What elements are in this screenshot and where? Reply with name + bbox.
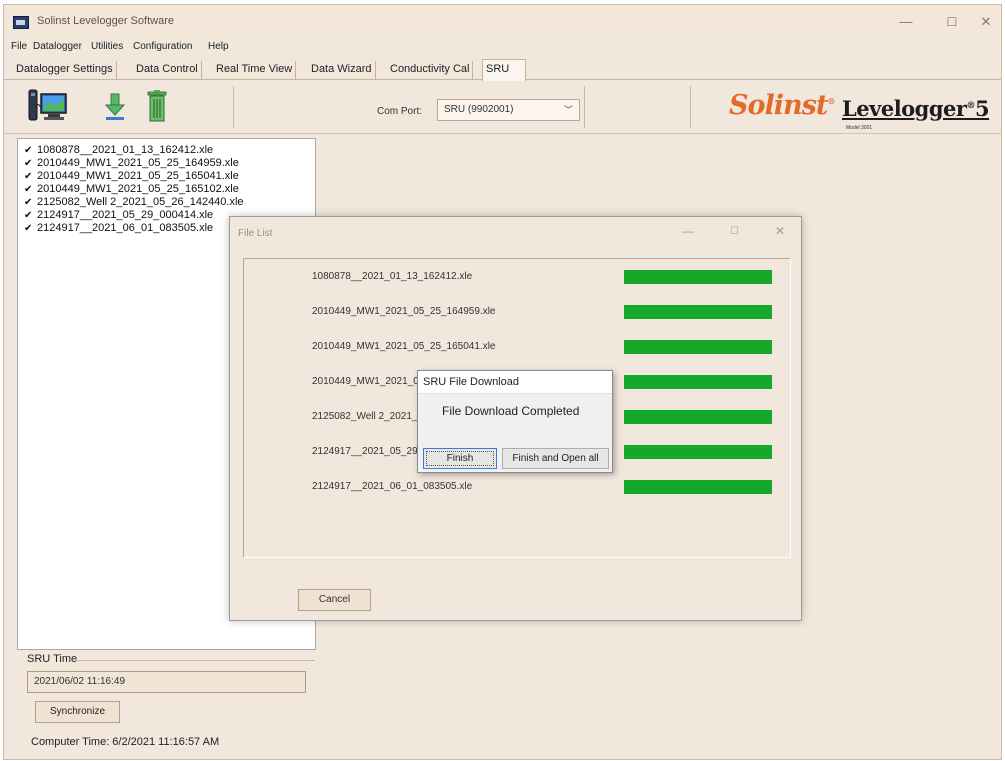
com-port-select[interactable]: SRU (9902001) ﹀ — [437, 99, 580, 121]
tab-real-time-view[interactable]: Real Time View — [213, 61, 297, 80]
popup-message: File Download Completed — [442, 404, 580, 418]
toolbar: Com Port: SRU (9902001) ﹀ Solinst® Level… — [4, 80, 1001, 134]
download-progress-bar — [624, 445, 772, 459]
model-label: Model 3001 — [846, 125, 873, 131]
menu-help[interactable]: Help — [208, 41, 229, 52]
download-complete-dialog: SRU File Download File Download Complete… — [417, 370, 613, 473]
tab-sru[interactable]: SRU — [482, 59, 526, 81]
file-list-item[interactable]: ✔ 2125082_Well 2_2021_05_26_142440.xle — [24, 196, 244, 209]
menu-file[interactable]: File — [11, 41, 27, 52]
tab-data-control[interactable]: Data Control — [133, 61, 202, 80]
app-icon — [13, 16, 29, 29]
tab-bar: Datalogger Settings Data Control Real Ti… — [4, 58, 1001, 81]
file-list-item[interactable]: ✔ 2124917__2021_05_29_000414.xle — [24, 209, 213, 222]
file-list-item[interactable]: ✔ 2010449_MW1_2021_05_25_165041.xle — [24, 170, 239, 183]
close-button[interactable]: ✕ — [775, 224, 785, 238]
sru-device-icon[interactable] — [28, 89, 68, 123]
download-progress-bar — [624, 305, 772, 319]
toolbar-divider — [690, 86, 691, 128]
download-progress-bar — [624, 410, 772, 424]
download-file-name: 2010449_MW1_2021_05_25_164959.xle — [312, 306, 496, 317]
cancel-button[interactable]: Cancel — [298, 589, 371, 611]
tab-datalogger-settings[interactable]: Datalogger Settings — [13, 61, 117, 80]
menu-configuration[interactable]: Configuration — [133, 41, 192, 52]
sru-time-group: SRU Time 2021/06/02 11:16:49 Synchronize… — [17, 648, 316, 759]
popup-title: SRU File Download — [423, 376, 519, 388]
download-progress-bar — [624, 375, 772, 389]
download-file-name: 1080878__2021_01_13_162412.xle — [312, 271, 473, 282]
download-file-name: 2124917__2021_06_01_083505.xle — [312, 481, 473, 492]
tab-data-wizard[interactable]: Data Wizard — [308, 61, 376, 80]
window-title: Solinst Levelogger Software — [37, 15, 174, 27]
checkbox-checked-icon[interactable]: ✔ — [24, 172, 33, 182]
solinst-logo: Solinst® — [729, 90, 835, 121]
checkbox-checked-icon[interactable]: ✔ — [24, 224, 33, 234]
download-file-name: 2010449_MW1_2021_05_25_165041.xle — [312, 341, 496, 352]
group-divider — [77, 660, 315, 661]
finish-button[interactable]: Finish — [423, 448, 497, 469]
toolbar-divider — [233, 86, 234, 128]
checkbox-checked-icon[interactable]: ✔ — [24, 211, 33, 221]
checkbox-checked-icon[interactable]: ✔ — [24, 146, 33, 156]
title-bar: Solinst Levelogger Software — ☐ ✕ — [4, 5, 1001, 36]
download-file-name: 2010449_MW1_2021_05 — [312, 376, 425, 387]
file-list-item[interactable]: ✔ 2010449_MW1_2021_05_25_164959.xle — [24, 157, 239, 170]
finish-and-open-all-button[interactable]: Finish and Open all — [502, 448, 609, 469]
menu-bar: File Datalogger Utilities Configuration … — [4, 38, 1001, 56]
file-list-item[interactable]: ✔ 2124917__2021_06_01_083505.xle — [24, 222, 213, 235]
file-list-item[interactable]: ✔ 1080878__2021_01_13_162412.xle — [24, 144, 213, 157]
download-progress-bar — [624, 480, 772, 494]
minimize-button[interactable]: — — [682, 224, 694, 238]
maximize-button[interactable]: ☐ — [937, 12, 967, 32]
chevron-down-icon: ﹀ — [563, 105, 573, 115]
dialog-title: File List — [238, 228, 273, 239]
download-file-name: 2124917__2021_05_29_ — [312, 446, 424, 457]
file-list-item[interactable]: ✔ 2010449_MW1_2021_05_25_165102.xle — [24, 183, 239, 196]
toolbar-divider — [584, 86, 585, 128]
download-file-name: 2125082_Well 2_2021_0 — [312, 411, 424, 422]
download-arrow-icon[interactable] — [104, 93, 126, 121]
sru-time-label: SRU Time — [27, 653, 78, 665]
computer-time-text: Computer Time: 6/2/2021 11:16:57 AM — [31, 736, 220, 748]
levelogger-logo: Levelogger®5 — [842, 96, 990, 121]
close-button[interactable]: ✕ — [971, 12, 1001, 32]
checkbox-checked-icon[interactable]: ✔ — [24, 159, 33, 169]
trash-icon[interactable] — [147, 90, 167, 122]
tab-conductivity-cal[interactable]: Conductivity Cal — [387, 61, 474, 80]
menu-datalogger[interactable]: Datalogger — [33, 41, 82, 52]
checkbox-checked-icon[interactable]: ✔ — [24, 198, 33, 208]
popup-body: File Download Completed Finish Finish an… — [418, 393, 612, 472]
sru-time-field: 2021/06/02 11:16:49 — [27, 671, 306, 693]
menu-utilities[interactable]: Utilities — [91, 41, 123, 52]
download-progress-bar — [624, 270, 772, 284]
synchronize-button[interactable]: Synchronize — [35, 701, 120, 723]
checkbox-checked-icon[interactable]: ✔ — [24, 185, 33, 195]
maximize-button[interactable]: ☐ — [730, 226, 739, 237]
com-port-label: Com Port: — [377, 106, 423, 117]
download-progress-bar — [624, 340, 772, 354]
com-port-value: SRU (9902001) — [444, 104, 514, 115]
minimize-button[interactable]: — — [891, 12, 921, 32]
